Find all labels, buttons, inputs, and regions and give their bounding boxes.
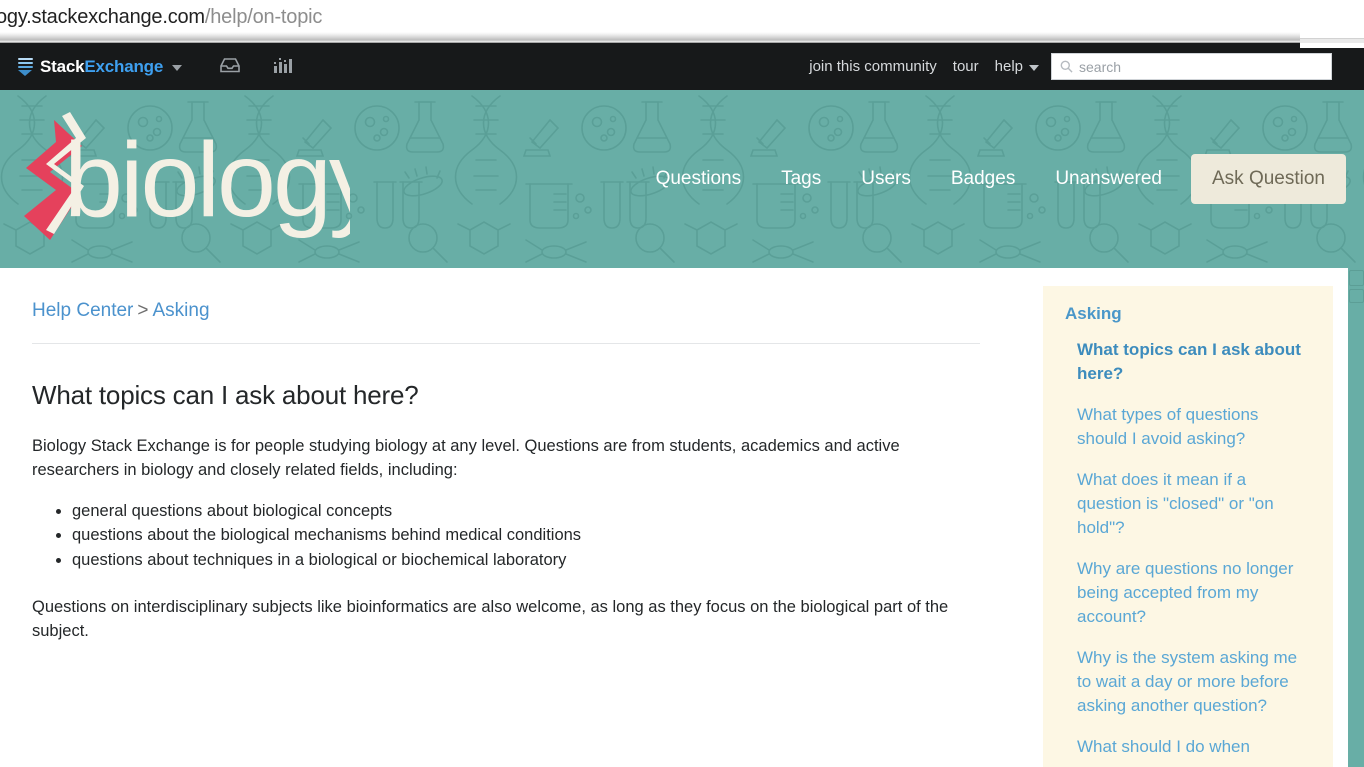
search-placeholder: search	[1079, 58, 1122, 75]
chevron-down-icon	[172, 64, 183, 71]
nav-tags[interactable]: Tags	[761, 168, 841, 190]
stackexchange-logo-button[interactable]: StackExchange	[18, 43, 183, 90]
breadcrumb: Help Center > Asking	[32, 268, 1017, 322]
page-title: What topics can I ask about here?	[32, 380, 419, 410]
ask-question-button[interactable]: Ask Question	[1191, 154, 1346, 204]
stack-logo-icon	[18, 57, 33, 76]
breadcrumb-divider	[32, 343, 980, 344]
browser-window-notch-edge	[1300, 38, 1364, 43]
url-path: /help/on-topic	[204, 6, 323, 28]
list-item: questions about the biological mechanism…	[72, 523, 1017, 548]
pattern-tile	[1349, 270, 1364, 286]
sidebar-item-questions-not-accepted[interactable]: Why are questions no longer being accept…	[1077, 557, 1311, 629]
search-icon	[1060, 60, 1073, 73]
help-sidebar: Asking What topics can I ask about here?…	[1043, 286, 1333, 767]
browser-url-bar[interactable]: ogy.stackexchange.com/help/on-topic	[0, 0, 1364, 43]
sidebar-item-avoid-asking[interactable]: What types of questions should I avoid a…	[1077, 403, 1311, 451]
interdisciplinary-paragraph: Questions on interdisciplinary subjects …	[32, 598, 949, 640]
topbar-links: join this community tour help	[809, 43, 1039, 90]
join-this-community-link[interactable]: join this community	[809, 58, 937, 75]
search-input[interactable]: search	[1051, 53, 1332, 80]
site-nav: Questions Tags Users Badges Unanswered A…	[636, 90, 1364, 268]
main-column: Help Center > Asking What topics can I ask…	[32, 268, 1017, 660]
on-topic-list: general questions about biological conce…	[32, 499, 1017, 573]
content-card: Help Center > Asking What topics can I ask…	[16, 268, 1348, 767]
site-header: biology Questions Tags Users Badges Unan…	[0, 90, 1364, 268]
browser-window: ogy.stackexchange.com/help/on-topic Stac…	[0, 0, 1364, 767]
stackexchange-topbar: StackExchange join this community tour h…	[0, 43, 1364, 90]
sidebar-item-what-topics[interactable]: What topics can I ask about here?	[1077, 338, 1311, 386]
breadcrumb-help-center[interactable]: Help Center	[32, 300, 133, 321]
url-text[interactable]: ogy.stackexchange.com/help/on-topic	[0, 2, 322, 32]
nav-unanswered[interactable]: Unanswered	[1035, 168, 1182, 190]
svg-text:biology: biology	[64, 121, 350, 239]
achievements-icon[interactable]	[272, 56, 294, 79]
sidebar-item-someone-answers[interactable]: What should I do when someone answers my…	[1077, 735, 1311, 767]
tour-link[interactable]: tour	[953, 58, 979, 75]
breadcrumb-separator: >	[137, 300, 149, 321]
chevron-down-icon	[1029, 65, 1039, 71]
help-link[interactable]: help	[995, 58, 1039, 75]
pattern-tile	[1349, 289, 1364, 303]
breadcrumb-asking[interactable]: Asking	[153, 300, 210, 321]
nav-users[interactable]: Users	[841, 168, 931, 190]
stackexchange-wordmark: StackExchange	[40, 56, 164, 76]
sidebar-item-wait-a-day[interactable]: Why is the system asking me to wait a da…	[1077, 646, 1311, 718]
sidebar-title: Asking	[1065, 304, 1122, 323]
inbox-icon[interactable]	[219, 56, 241, 79]
list-item: questions about techniques in a biologic…	[72, 548, 1017, 573]
nav-badges[interactable]: Badges	[931, 168, 1035, 190]
site-logo[interactable]: biology	[10, 98, 350, 258]
sidebar-list: What topics can I ask about here? What t…	[1065, 338, 1311, 767]
intro-paragraph: Biology Stack Exchange is for people stu…	[32, 437, 900, 479]
chrome-bottom-edge	[0, 32, 1364, 43]
page-background-right-strip	[1348, 268, 1364, 767]
url-domain: ogy.stackexchange.com	[0, 6, 205, 28]
nav-questions[interactable]: Questions	[636, 168, 762, 190]
list-item: general questions about biological conce…	[72, 499, 1017, 524]
sidebar-item-closed-on-hold[interactable]: What does it mean if a question is "clos…	[1077, 468, 1311, 540]
